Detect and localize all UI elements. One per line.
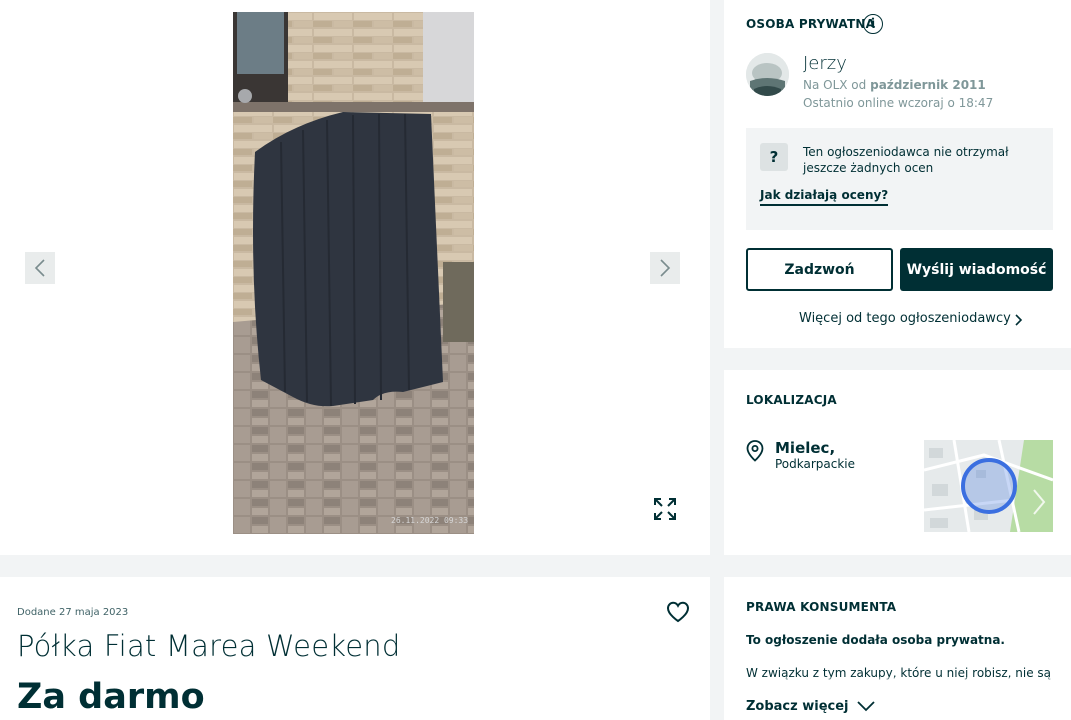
consumer-rights-subtitle: To ogłoszenie dodała osoba prywatna. xyxy=(746,633,1005,647)
added-date: Dodane 27 maja 2023 xyxy=(17,607,129,618)
seller-card: OSOBA PRYWATNA i Jerzy Na OLX od paździe… xyxy=(724,0,1071,348)
fullscreen-button[interactable] xyxy=(650,494,680,524)
seller-name: Jerzy xyxy=(803,53,847,74)
location-region: Podkarpackie xyxy=(775,457,856,471)
last-online: Ostatnio online wczoraj o 18:47 xyxy=(803,96,994,110)
ad-title: Półka Fiat Marea Weekend xyxy=(17,629,401,663)
location-section-title: LOKALIZACJA xyxy=(746,393,837,407)
ratings-box: ? Ten ogłoszeniodawca nie otrzymał jeszc… xyxy=(746,128,1053,230)
location-map[interactable] xyxy=(924,440,1053,532)
call-button[interactable]: Zadzwoń xyxy=(746,248,893,291)
next-image-button[interactable] xyxy=(650,252,680,284)
location-city: Mielec, xyxy=(775,439,836,457)
member-since-prefix: Na OLX od xyxy=(803,78,867,92)
member-since-date: październik 2011 xyxy=(870,78,986,92)
send-message-button[interactable]: Wyślij wiadomość xyxy=(900,248,1053,291)
avatar xyxy=(746,53,789,96)
expand-icon xyxy=(654,498,676,520)
see-more-label: Zobacz więcej xyxy=(746,699,849,714)
how-ratings-link[interactable]: Jak działają oceny? xyxy=(760,188,889,206)
photo-timestamp: 26.11.2022 09:33 xyxy=(391,516,468,525)
ad-details-card: Dodane 27 maja 2023 Półka Fiat Marea Wee… xyxy=(0,577,710,720)
more-from-seller-link[interactable]: Więcej od tego ogłoszeniodawcy xyxy=(799,310,1023,326)
text-fade xyxy=(746,677,1056,689)
pin-icon xyxy=(746,440,764,462)
chevron-right-icon xyxy=(660,259,671,277)
listing-photo[interactable]: 26.11.2022 09:33 xyxy=(233,12,474,534)
chevron-left-icon xyxy=(34,259,45,277)
consumer-rights-card: PRAWA KONSUMENTA To ogłoszenie dodała os… xyxy=(724,577,1071,720)
image-gallery: 26.11.2022 09:33 xyxy=(0,0,710,555)
see-more-button[interactable]: Zobacz więcej xyxy=(746,699,875,714)
more-from-seller-label: Więcej od tego ogłoszeniodawcy xyxy=(799,310,1011,326)
no-ratings-notice: Ten ogłoszeniodawca nie otrzymał jeszcze… xyxy=(803,145,1009,175)
question-icon: ? xyxy=(760,143,788,171)
location-card: LOKALIZACJA Mielec, Podkarpackie xyxy=(724,370,1071,555)
prev-image-button[interactable] xyxy=(25,252,55,284)
chevron-down-icon xyxy=(856,701,875,712)
member-since: Na OLX od październik 2011 xyxy=(803,78,986,92)
chevron-right-icon xyxy=(1015,314,1022,326)
ad-price: Za darmo xyxy=(17,677,205,717)
seller-section-title: OSOBA PRYWATNA xyxy=(746,17,876,31)
info-icon[interactable]: i xyxy=(863,14,883,34)
consumer-rights-title: PRAWA KONSUMENTA xyxy=(746,600,897,614)
heart-icon[interactable] xyxy=(666,601,690,623)
